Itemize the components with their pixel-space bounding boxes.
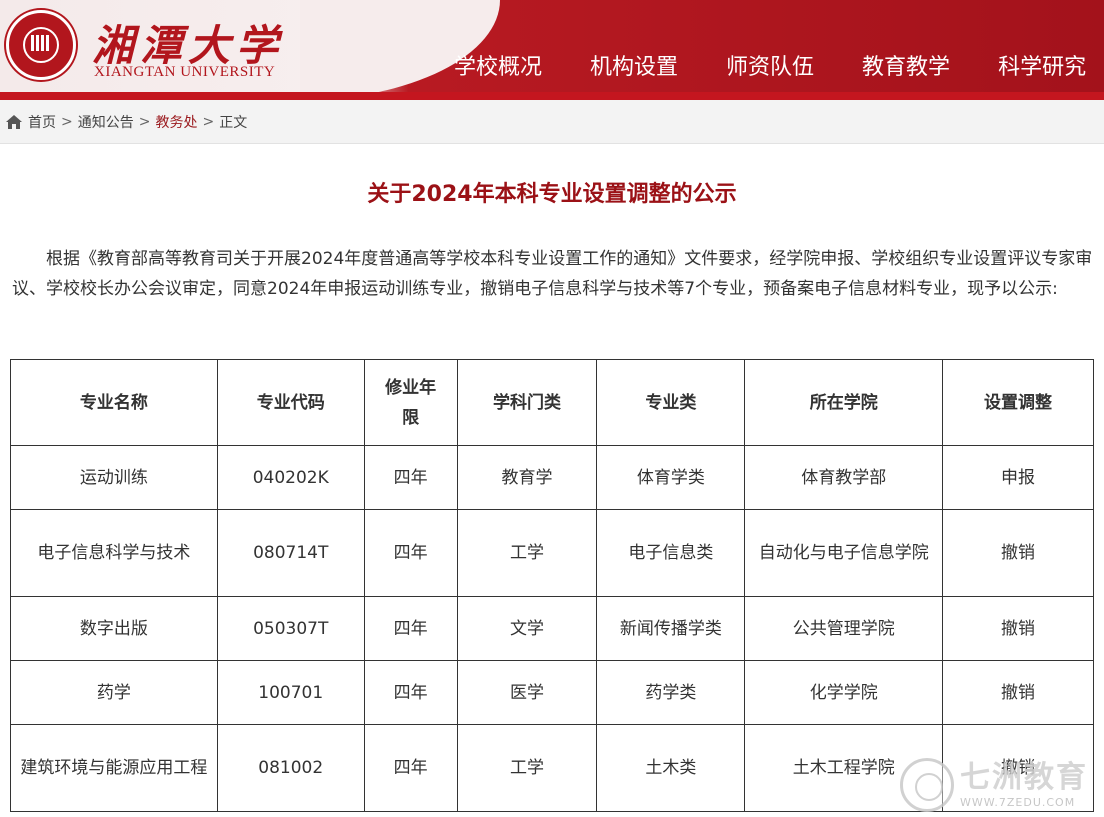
table-row: 电子信息科学与技术 080714T 四年 工学 电子信息类 自动化与电子信息学院…	[10, 509, 1094, 597]
cell-major-name: 药学	[10, 660, 218, 725]
table-row: 药学 100701 四年 医学 药学类 化学学院 撤销	[10, 660, 1094, 725]
seal-pillars-icon	[31, 35, 51, 51]
breadcrumb-current: 正文	[219, 114, 248, 131]
site-header: 湘潭大学 XIANGTAN UNIVERSITY 学校概况 机构设置 师资队伍 …	[0, 0, 1104, 100]
majors-table: 专业名称 专业代码 修业年限 学科门类 专业类 所在学院 设置调整 运动训练 0…	[10, 359, 1094, 812]
nav-item-organization[interactable]: 机构设置	[566, 48, 702, 88]
cell-duration: 四年	[363, 509, 458, 597]
cell-discipline: 教育学	[456, 445, 598, 510]
cell-major-code: 050307T	[216, 596, 365, 661]
cell-college: 自动化与电子信息学院	[744, 509, 944, 597]
university-seal-logo[interactable]	[6, 10, 76, 80]
cell-major-class: 体育学类	[596, 445, 746, 510]
nav-item-research[interactable]: 科学研究	[974, 48, 1104, 88]
nav-item-about[interactable]: 学校概况	[430, 48, 566, 88]
header-discipline: 学科门类	[456, 359, 598, 446]
cell-discipline: 医学	[456, 660, 598, 725]
cell-major-class: 药学类	[596, 660, 746, 725]
table-header-row: 专业名称 专业代码 修业年限 学科门类 专业类 所在学院 设置调整	[10, 359, 1094, 446]
cell-college: 化学学院	[744, 660, 944, 725]
article-intro: 根据《教育部高等教育司关于开展2024年度普通高等学校本科专业设置工作的通知》文…	[12, 249, 1093, 299]
cell-major-code: 080714T	[216, 509, 365, 597]
breadcrumb-academic-affairs[interactable]: 教务处	[155, 112, 197, 132]
header-major-class: 专业类	[596, 359, 746, 446]
breadcrumb-separator: >	[202, 113, 215, 130]
nav-item-education[interactable]: 教育教学	[838, 48, 974, 88]
header-duration: 修业年限	[363, 359, 458, 446]
watermark-badge-icon	[900, 757, 954, 812]
cell-major-name: 电子信息科学与技术	[10, 509, 218, 597]
breadcrumb-separator: >	[61, 113, 73, 130]
article-title: 关于2024年本科专业设置调整的公示	[367, 182, 737, 207]
cell-major-name: 运动训练	[10, 445, 218, 510]
watermark: 七洲教育 WWW.7ZEDU.COM	[900, 752, 1104, 817]
breadcrumb-home[interactable]: 首页	[28, 112, 56, 132]
logo-name-en: XIANGTAN UNIVERSITY	[94, 64, 276, 80]
cell-major-code: 081002	[216, 724, 365, 812]
main-nav: 学校概况 机构设置 师资队伍 教育教学 科学研究	[430, 48, 1104, 88]
home-icon[interactable]	[6, 114, 22, 129]
cell-adjustment: 撤销	[942, 509, 1094, 597]
cell-major-name: 建筑环境与能源应用工程	[10, 724, 218, 812]
watermark-cn: 七洲教育	[960, 760, 1088, 795]
cell-discipline: 工学	[456, 509, 598, 597]
cell-major-name: 数字出版	[10, 596, 218, 661]
table-row: 数字出版 050307T 四年 文学 新闻传播学类 公共管理学院 撤销	[10, 596, 1094, 661]
breadcrumb-notices[interactable]: 通知公告	[78, 112, 134, 132]
header-bottom-bar	[0, 92, 1104, 100]
header-major-code: 专业代码	[216, 359, 365, 446]
cell-duration: 四年	[363, 445, 458, 510]
cell-duration: 四年	[363, 596, 458, 661]
cell-college: 体育教学部	[744, 445, 944, 510]
cell-major-code: 040202K	[216, 445, 365, 510]
header-college: 所在学院	[744, 359, 944, 446]
cell-major-code: 100701	[216, 660, 365, 725]
cell-adjustment: 申报	[942, 445, 1094, 510]
cell-major-class: 新闻传播学类	[596, 596, 746, 661]
watermark-text: 七洲教育 WWW.7ZEDU.COM	[960, 760, 1088, 809]
breadcrumb-separator: >	[138, 113, 151, 130]
cell-discipline: 文学	[456, 596, 598, 661]
nav-item-faculty[interactable]: 师资队伍	[702, 48, 838, 88]
header-adjustment: 设置调整	[942, 359, 1094, 446]
table-row: 运动训练 040202K 四年 教育学 体育学类 体育教学部 申报	[10, 445, 1094, 510]
cell-duration: 四年	[363, 660, 458, 725]
breadcrumb: 首页 > 通知公告 > 教务处 > 正文	[0, 100, 1104, 144]
cell-adjustment: 撤销	[942, 596, 1094, 661]
cell-college: 公共管理学院	[744, 596, 944, 661]
cell-major-class: 土木类	[596, 724, 746, 812]
cell-major-class: 电子信息类	[596, 509, 746, 597]
watermark-url: WWW.7ZEDU.COM	[960, 796, 1076, 809]
cell-adjustment: 撤销	[942, 660, 1094, 725]
cell-duration: 四年	[363, 724, 458, 812]
header-major-name: 专业名称	[10, 359, 218, 446]
cell-discipline: 工学	[456, 724, 598, 812]
